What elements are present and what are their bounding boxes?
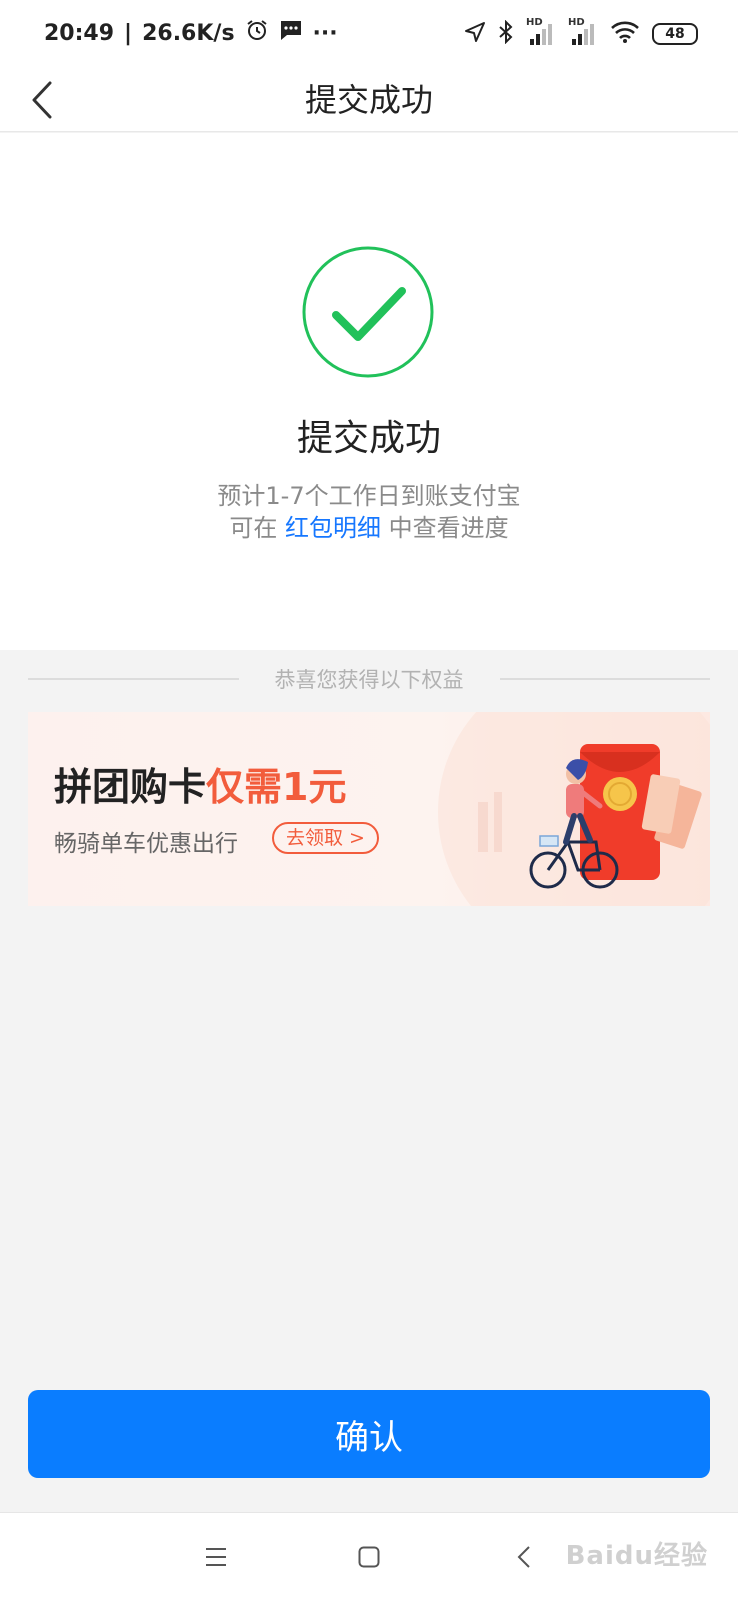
status-left: 20:49 | 26.6K/s ··· xyxy=(44,18,338,48)
promo-banner[interactable]: 拼团购卡仅需1元 畅骑单车优惠出行 去领取 > xyxy=(28,712,710,906)
success-panel: 提交成功 预计1-7个工作日到账支付宝 可在 红包明细 中查看进度 xyxy=(0,133,738,650)
progress-hint-suffix: 中查看进度 xyxy=(388,514,509,542)
promo-subtitle: 畅骑单车优惠出行 xyxy=(54,831,238,857)
divider-line-left xyxy=(28,678,239,680)
home-nav-button[interactable] xyxy=(347,1535,391,1579)
more-notifications-icon: ··· xyxy=(312,20,338,46)
hd-label-1: HD xyxy=(526,17,543,28)
promo-claim-button[interactable]: 去领取 > xyxy=(272,822,379,854)
baidu-watermark: Baidu经验 xyxy=(565,1541,708,1571)
confirm-button[interactable]: 确认 xyxy=(28,1390,710,1478)
status-separator: | xyxy=(124,20,133,46)
bike-red-packet-illustration xyxy=(438,712,710,906)
back-triangle-icon xyxy=(517,1546,530,1568)
battery-indicator: 48 xyxy=(652,23,698,45)
menu-nav-button[interactable] xyxy=(194,1535,238,1579)
bluetooth-icon xyxy=(498,19,514,48)
red-packet-detail-link[interactable]: 红包明细 xyxy=(285,514,381,542)
wifi-icon xyxy=(610,20,640,48)
success-title: 提交成功 xyxy=(296,418,441,459)
signal-1-icon: HD xyxy=(526,17,556,47)
promo-title-main: 拼团购卡 xyxy=(54,765,207,809)
promo-title-accent: 仅需1元 xyxy=(206,765,347,809)
divider-line-right xyxy=(499,678,710,680)
system-nav-bar: Baidu经验 xyxy=(0,1512,738,1600)
back-nav-button[interactable] xyxy=(502,1535,546,1579)
page-title: 提交成功 xyxy=(304,81,433,119)
promo-title: 拼团购卡仅需1元 xyxy=(54,756,346,811)
status-time: 20:49 xyxy=(44,20,115,46)
menu-icon xyxy=(206,1548,226,1566)
status-network-speed: 26.6K/s xyxy=(142,20,235,46)
top-nav-header: 提交成功 xyxy=(0,68,738,132)
benefits-heading: 恭喜您获得以下权益 xyxy=(274,668,464,692)
home-square-icon xyxy=(358,1546,380,1568)
progress-hint-text: 可在 红包明细 中查看进度 xyxy=(0,508,738,543)
hd-label-2: HD xyxy=(568,17,585,28)
location-icon xyxy=(464,21,486,47)
signal-2-icon: HD xyxy=(568,17,598,47)
progress-hint-prefix: 可在 xyxy=(229,514,278,542)
message-icon xyxy=(279,19,303,47)
benefits-divider: 恭喜您获得以下权益 xyxy=(28,664,710,694)
status-bar: 20:49 | 26.6K/s ··· HD HD 48 xyxy=(0,0,738,68)
arrival-estimate-text: 预计1-7个工作日到账支付宝 xyxy=(217,482,521,510)
success-check-icon xyxy=(302,246,434,378)
status-right: HD HD 48 xyxy=(464,17,698,48)
alarm-icon xyxy=(245,18,269,48)
